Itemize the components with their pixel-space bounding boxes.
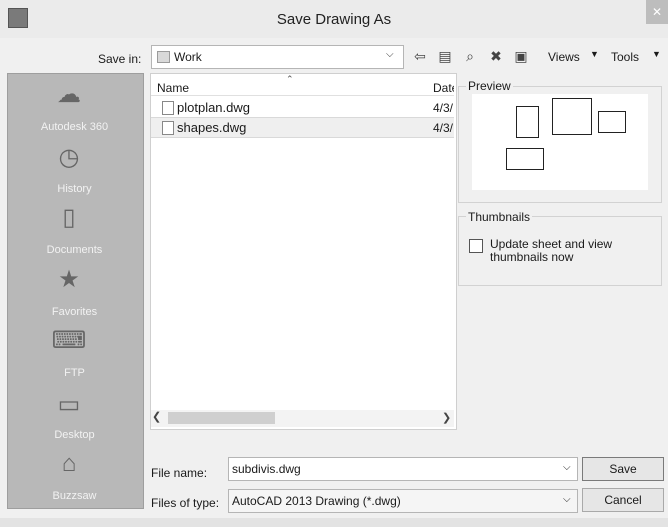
chevron-down-icon[interactable]: ⌵ bbox=[386, 49, 394, 60]
place-documents[interactable]: Documents bbox=[7, 244, 142, 256]
file-type-label: Files of type: bbox=[151, 496, 220, 510]
place-ftp[interactable]: FTP bbox=[7, 367, 142, 379]
place-autodesk-360[interactable]: Autodesk 360 bbox=[7, 121, 142, 133]
chevron-down-icon[interactable]: ⌵ bbox=[563, 494, 571, 505]
scrollbar-thumb[interactable] bbox=[168, 412, 275, 424]
update-thumbnails-label[interactable]: Update sheet and view thumbnails now bbox=[490, 238, 640, 264]
views-dropdown-arrow-icon[interactable]: ▼ bbox=[590, 49, 599, 59]
thumbnails-label: Thumbnails bbox=[466, 210, 533, 224]
tools-dropdown-arrow-icon[interactable]: ▼ bbox=[652, 49, 661, 59]
close-button[interactable]: ✕ bbox=[646, 0, 668, 24]
scroll-right-icon[interactable]: ❯ bbox=[442, 411, 451, 424]
history-icon[interactable]: ◷ bbox=[51, 143, 87, 173]
column-header-name[interactable]: Name bbox=[157, 81, 189, 95]
cloud-icon[interactable]: ☁ bbox=[51, 80, 87, 110]
preview-label: Preview bbox=[466, 79, 513, 93]
place-desktop[interactable]: Desktop bbox=[7, 429, 142, 441]
file-name-value[interactable]: subdivis.dwg bbox=[232, 462, 301, 476]
place-buzzsaw[interactable]: Buzzsaw bbox=[7, 490, 142, 502]
file-date: 4/3/ bbox=[433, 121, 454, 135]
file-date: 4/3/ bbox=[433, 101, 454, 115]
window-title: Save Drawing As bbox=[276, 11, 392, 28]
documents-icon[interactable]: ▯ bbox=[51, 203, 87, 233]
buzzsaw-icon[interactable]: ⌂ bbox=[51, 449, 87, 479]
file-name: shapes.dwg bbox=[177, 120, 247, 135]
save-button[interactable]: Save bbox=[582, 457, 664, 481]
preview-shape bbox=[552, 98, 592, 135]
preview-image bbox=[472, 94, 648, 190]
file-name: plotplan.dwg bbox=[177, 100, 250, 115]
up-folder-icon[interactable]: ▤ bbox=[437, 48, 453, 64]
update-thumbnails-checkbox[interactable] bbox=[469, 239, 483, 253]
preview-shape bbox=[506, 148, 544, 170]
scroll-left-icon[interactable]: ❮ bbox=[152, 410, 161, 423]
column-header-date[interactable]: Date bbox=[433, 81, 454, 95]
favorites-icon[interactable]: ★ bbox=[51, 265, 87, 295]
cancel-button[interactable]: Cancel bbox=[582, 488, 664, 512]
views-menu-button[interactable]: Views bbox=[548, 50, 580, 64]
dwg-file-icon bbox=[162, 101, 174, 115]
dialog-bottom-edge bbox=[0, 518, 668, 527]
place-history[interactable]: History bbox=[7, 183, 142, 195]
chevron-down-icon[interactable]: ⌵ bbox=[563, 462, 571, 473]
save-in-label: Save in: bbox=[98, 52, 142, 66]
search-web-icon[interactable]: ⌕ bbox=[462, 48, 478, 64]
preview-shape bbox=[598, 111, 626, 133]
folder-icon bbox=[157, 51, 170, 63]
file-name-label: File name: bbox=[151, 466, 208, 480]
dwg-file-icon bbox=[162, 121, 174, 135]
back-icon[interactable]: ⇦ bbox=[412, 48, 428, 64]
delete-icon[interactable]: ✖ bbox=[488, 48, 504, 64]
new-folder-icon[interactable]: ▣ bbox=[513, 48, 529, 64]
desktop-icon[interactable]: ▭ bbox=[51, 390, 87, 420]
ftp-icon[interactable]: ⌨ bbox=[51, 326, 87, 356]
place-favorites[interactable]: Favorites bbox=[7, 306, 142, 318]
file-type-value[interactable]: AutoCAD 2013 Drawing (*.dwg) bbox=[232, 494, 401, 508]
tools-menu-button[interactable]: Tools bbox=[611, 50, 639, 64]
header-divider bbox=[151, 95, 454, 96]
save-in-value: Work bbox=[174, 50, 202, 64]
sort-ascending-icon: ⌃ bbox=[286, 74, 294, 84]
preview-shape bbox=[516, 106, 539, 138]
